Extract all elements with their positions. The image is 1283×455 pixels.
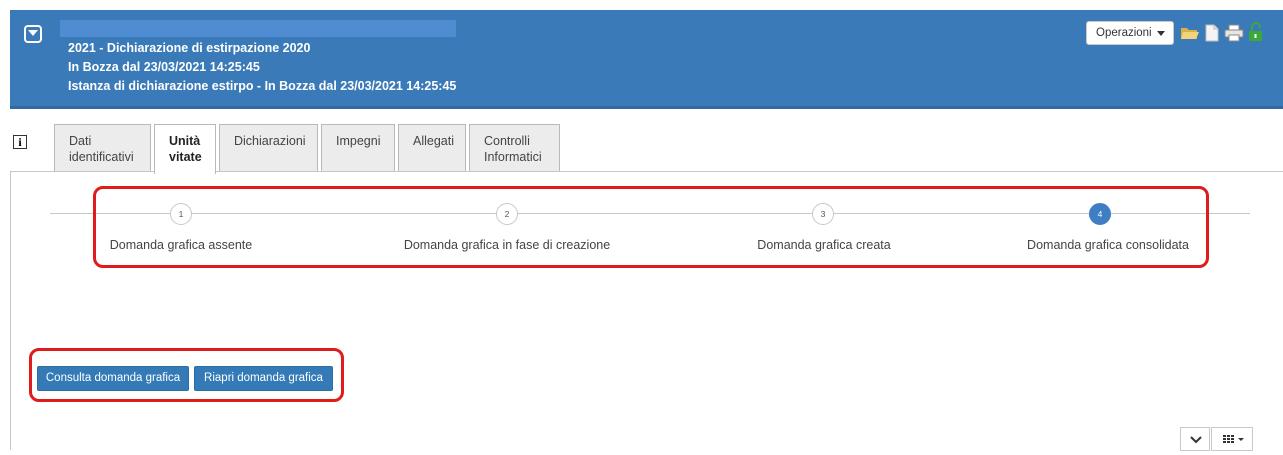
header-title: 2021 - Dichiarazione di estirpazione 202… xyxy=(68,41,311,55)
operations-label: Operazioni xyxy=(1096,27,1152,39)
tab-label: Controlli xyxy=(484,134,530,148)
unlock-icon[interactable] xyxy=(1248,22,1264,47)
tab-label: Dichiarazioni xyxy=(234,134,306,148)
tab-label: Unità xyxy=(169,134,201,148)
page-header: 2021 - Dichiarazione di estirpazione 202… xyxy=(10,10,1283,109)
chevron-down-icon xyxy=(1190,436,1202,444)
tab-dichiarazioni[interactable]: Dichiarazioni xyxy=(219,124,318,172)
tab-controlli-informatici[interactable]: Controlli Informatici xyxy=(469,124,560,172)
tab-label: Impegni xyxy=(336,134,381,148)
actions-highlight xyxy=(29,348,344,402)
tab-impegni[interactable]: Impegni xyxy=(321,124,395,172)
tab-label: identificativi xyxy=(69,150,134,164)
caret-down-icon xyxy=(1157,31,1165,36)
content-left-border xyxy=(10,171,11,450)
folder-open-icon[interactable] xyxy=(1180,24,1200,47)
collapse-toggle-icon[interactable] xyxy=(24,25,42,43)
expand-chevron-button[interactable] xyxy=(1180,427,1210,451)
printer-icon[interactable] xyxy=(1224,24,1244,47)
tab-label: Allegati xyxy=(413,134,454,148)
tab-allegati[interactable]: Allegati xyxy=(398,124,466,172)
header-instance: Istanza di dichiarazione estirpo - In Bo… xyxy=(68,79,457,93)
operations-dropdown-button[interactable]: Operazioni xyxy=(1086,21,1174,45)
info-icon[interactable]: i xyxy=(13,135,27,149)
stepper-highlight xyxy=(93,186,1209,268)
grid-icon xyxy=(1223,435,1244,443)
redacted-field xyxy=(60,20,456,37)
top-strip xyxy=(0,0,1283,10)
header-status: In Bozza dal 23/03/2021 14:25:45 xyxy=(68,60,260,74)
document-icon[interactable] xyxy=(1204,24,1220,47)
tab-label: vitate xyxy=(169,150,202,164)
tab-dati-identificativi[interactable]: Dati identificativi xyxy=(54,124,151,172)
tab-label: Informatici xyxy=(484,150,542,164)
tab-label: Dati xyxy=(69,134,92,148)
tab-unita-vitate[interactable]: Unità vitate xyxy=(154,124,216,174)
columns-menu-button[interactable] xyxy=(1211,427,1253,451)
